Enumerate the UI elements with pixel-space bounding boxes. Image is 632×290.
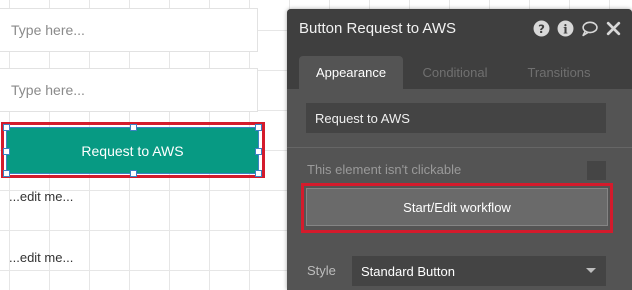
info-icon[interactable]: i (557, 20, 574, 37)
resize-handle-bottom-left[interactable] (3, 170, 10, 177)
resize-handle-middle-right[interactable] (255, 148, 262, 155)
not-clickable-label: This element isn't clickable (307, 162, 462, 177)
style-dropdown-value: Standard Button (361, 263, 455, 279)
tab-conditional[interactable]: Conditional (411, 56, 499, 89)
style-dropdown[interactable]: Standard Button (352, 256, 606, 286)
request-to-aws-button[interactable]: Request to AWS (6, 127, 259, 174)
input-1-placeholder: Type here... (11, 22, 85, 38)
resize-handle-bottom-right[interactable] (255, 170, 262, 177)
element-name-value: Request to AWS (315, 110, 410, 126)
svg-text:?: ? (538, 22, 545, 36)
resize-handle-bottom-middle[interactable] (130, 170, 137, 177)
resize-handle-top-middle[interactable] (130, 124, 137, 131)
section-divider (287, 147, 632, 148)
panel-tabs: Appearance Conditional Transitions (287, 49, 632, 89)
resize-handle-top-right[interactable] (255, 124, 262, 131)
help-icon[interactable]: ? (533, 20, 550, 37)
tab-appearance[interactable]: Appearance (299, 56, 403, 89)
text-input-2[interactable]: Type here... (0, 68, 258, 112)
request-to-aws-button-label: Request to AWS (81, 142, 184, 159)
tab-transitions[interactable]: Transitions (515, 56, 603, 89)
text-input-1[interactable]: Type here... (0, 8, 258, 52)
element-name-input[interactable]: Request to AWS (306, 103, 606, 133)
input-2-placeholder: Type here... (11, 82, 85, 98)
svg-text:i: i (563, 22, 568, 36)
text-element-1[interactable]: ...edit me... (9, 189, 73, 204)
property-editor-panel: Button Request to AWS ? i Appearance Con… (287, 9, 632, 290)
comment-icon[interactable] (581, 20, 598, 37)
close-icon[interactable] (605, 20, 622, 37)
style-label: Style (307, 263, 336, 278)
text-element-2[interactable]: ...edit me... (9, 250, 73, 265)
start-edit-workflow-label: Start/Edit workflow (403, 199, 511, 215)
panel-header[interactable]: Button Request to AWS ? i (287, 9, 632, 49)
chevron-down-icon (586, 268, 596, 273)
panel-header-icons: ? i (533, 20, 622, 37)
panel-title: Button Request to AWS (299, 20, 457, 37)
not-clickable-checkbox[interactable] (587, 161, 606, 180)
start-edit-workflow-button[interactable]: Start/Edit workflow (306, 188, 608, 226)
resize-handle-middle-left[interactable] (3, 148, 10, 155)
resize-handle-top-left[interactable] (3, 124, 10, 131)
